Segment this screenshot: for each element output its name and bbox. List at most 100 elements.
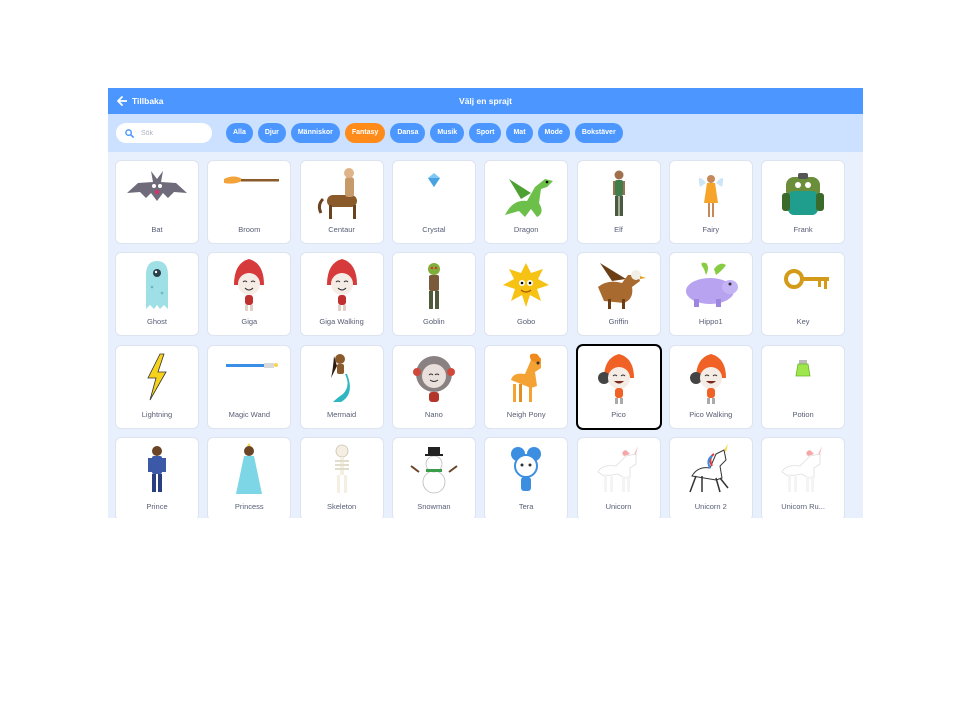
sprite-name: Neigh Pony: [506, 409, 546, 419]
sprite-card-key[interactable]: Key: [762, 253, 845, 336]
sprite-giga-icon: [326, 259, 357, 312]
sprite-name: Crystal: [422, 225, 446, 234]
sprite-card-fairy[interactable]: Fairy: [669, 161, 752, 243]
tag-bokst-ver[interactable]: Bokstäver: [574, 123, 623, 143]
back-button[interactable]: Tillbaka: [117, 88, 164, 114]
sprite-name: Griffin: [608, 317, 629, 327]
sprite-unicorn-icon: [781, 445, 823, 492]
sprite-card-magic-wand[interactable]: Magic Wand: [208, 345, 291, 428]
sprite-card-bat[interactable]: Bat: [116, 161, 198, 243]
sprite-card-crystal[interactable]: Crystal: [392, 161, 475, 243]
sprite-goblin-icon: [427, 263, 440, 310]
sprite-ghost-icon: [146, 261, 168, 310]
sprite-fairy-icon: [698, 175, 723, 217]
tag-mode[interactable]: Mode: [537, 123, 570, 143]
sprite-card-giga-walking[interactable]: Giga Walking: [300, 253, 383, 336]
sprite-name: Unicorn Ru...: [781, 501, 825, 511]
sprite-name: Goblin: [423, 317, 445, 327]
sprite-pico-icon: [597, 353, 634, 404]
sprite-card-hippo1[interactable]: Hippo1: [669, 253, 752, 336]
back-label: Tillbaka: [132, 96, 164, 106]
sprite-name: Unicorn 2: [694, 501, 727, 511]
sprite-card-dragon[interactable]: Dragon: [485, 161, 568, 243]
sprite-card-gobo[interactable]: Gobo: [485, 253, 568, 336]
sprite-card-skeleton[interactable]: Skeleton: [300, 437, 383, 518]
sprite-unicorn2-icon: [689, 443, 729, 493]
sprite-card-pico-walking[interactable]: Pico Walking: [669, 345, 752, 428]
sprite-name: Snowman: [417, 501, 451, 511]
tag-m-nniskor[interactable]: Människor: [290, 123, 340, 143]
sprite-card-prince[interactable]: Prince: [116, 437, 198, 518]
sprite-name: Magic Wand: [228, 409, 270, 419]
sprite-card-pico[interactable]: Pico: [577, 345, 660, 428]
sprite-broom-icon: [224, 176, 280, 184]
sprite-centaur-icon: [317, 168, 357, 219]
sprite-gobo-icon: [503, 263, 550, 308]
sprite-name: Hippo1: [698, 317, 723, 327]
sprite-name: Prince: [146, 501, 168, 511]
sprite-potion-icon: [795, 359, 811, 376]
sprite-name: Nano: [424, 409, 443, 419]
sprite-card-neigh-pony[interactable]: Neigh Pony: [485, 345, 568, 428]
sprite-card-unicorn-ru[interactable]: Unicorn Ru...: [762, 437, 845, 518]
library-header: Tillbaka Välj en sprajt: [108, 88, 863, 114]
sprite-card-lightning[interactable]: Lightning: [116, 345, 198, 428]
sprite-card-unicorn-2[interactable]: Unicorn 2: [669, 437, 752, 518]
sprite-name: Pico: [611, 409, 626, 419]
sprite-name: Frank: [793, 225, 813, 234]
sprite-card-elf[interactable]: Elf: [577, 161, 660, 243]
sprite-key-icon: [784, 269, 830, 290]
sprite-name: Princess: [234, 501, 264, 511]
sprite-card-tera[interactable]: Tera: [485, 437, 568, 518]
sprite-pony-icon: [511, 353, 542, 402]
sprite-card-frank[interactable]: Frank: [762, 161, 845, 243]
sprite-name: Lightning: [141, 409, 173, 419]
sprite-card-broom[interactable]: Broom: [208, 161, 291, 243]
tag-mat[interactable]: Mat: [506, 123, 533, 143]
sprite-name: Gobo: [517, 317, 536, 327]
arrow-left-icon: [117, 96, 127, 106]
tag-sport[interactable]: Sport: [469, 123, 502, 143]
sprite-wand-icon: [226, 362, 279, 368]
sprite-hippo-icon: [685, 262, 738, 308]
sprite-library: Tillbaka Välj en sprajt AllaDjurMännisko…: [108, 88, 863, 518]
tag-djur[interactable]: Djur: [257, 123, 286, 143]
sprite-name: Pico Walking: [689, 409, 733, 419]
sprite-card-goblin[interactable]: Goblin: [392, 253, 475, 336]
sprite-skeleton-icon: [334, 444, 349, 493]
search-box[interactable]: [116, 123, 212, 143]
sprite-card-giga[interactable]: Giga: [208, 253, 291, 336]
sprite-card-griffin[interactable]: Griffin: [577, 253, 660, 336]
library-title: Välj en sprajt: [459, 96, 512, 106]
sprite-name: Centaur: [328, 225, 355, 234]
sprite-card-centaur[interactable]: Centaur: [300, 161, 383, 243]
sprite-card-potion[interactable]: Potion: [762, 345, 845, 428]
sprite-card-unicorn[interactable]: Unicorn: [577, 437, 660, 518]
tag-fantasy[interactable]: Fantasy: [344, 123, 386, 143]
sprite-tera-icon: [511, 446, 542, 491]
filter-bar: AllaDjurMänniskorFantasyDansaMusikSportM…: [108, 114, 863, 152]
sprite-name: Bat: [151, 225, 163, 234]
sprite-nano-icon: [412, 355, 455, 402]
sprite-snowman-icon: [410, 446, 458, 494]
search-icon: [125, 128, 134, 138]
tag-musik[interactable]: Musik: [430, 123, 465, 143]
sprite-giga-icon: [234, 259, 265, 312]
sprite-pico-icon: [689, 353, 726, 404]
sprite-prince-icon: [148, 445, 166, 492]
sprite-card-nano[interactable]: Nano: [392, 345, 475, 428]
sprite-frank-icon: [782, 173, 825, 215]
tag-alla[interactable]: Alla: [226, 123, 253, 143]
search-input[interactable]: [141, 129, 201, 137]
sprite-card-snowman[interactable]: Snowman: [392, 437, 475, 518]
sprite-name: Mermaid: [327, 409, 357, 419]
sprite-name: Ghost: [146, 317, 167, 327]
sprite-card-mermaid[interactable]: Mermaid: [300, 345, 383, 428]
sprite-card-princess[interactable]: Princess: [208, 437, 291, 518]
sprite-bat-icon: [127, 171, 187, 201]
tag-dansa[interactable]: Dansa: [390, 123, 426, 143]
category-tags: Alla Djur Människor Fantasy Dansa Musik Sport M…: [226, 123, 628, 143]
sprite-name: Unicorn: [605, 501, 632, 511]
sprite-name: Tera: [518, 501, 534, 511]
sprite-card-ghost[interactable]: Ghost: [116, 253, 198, 336]
